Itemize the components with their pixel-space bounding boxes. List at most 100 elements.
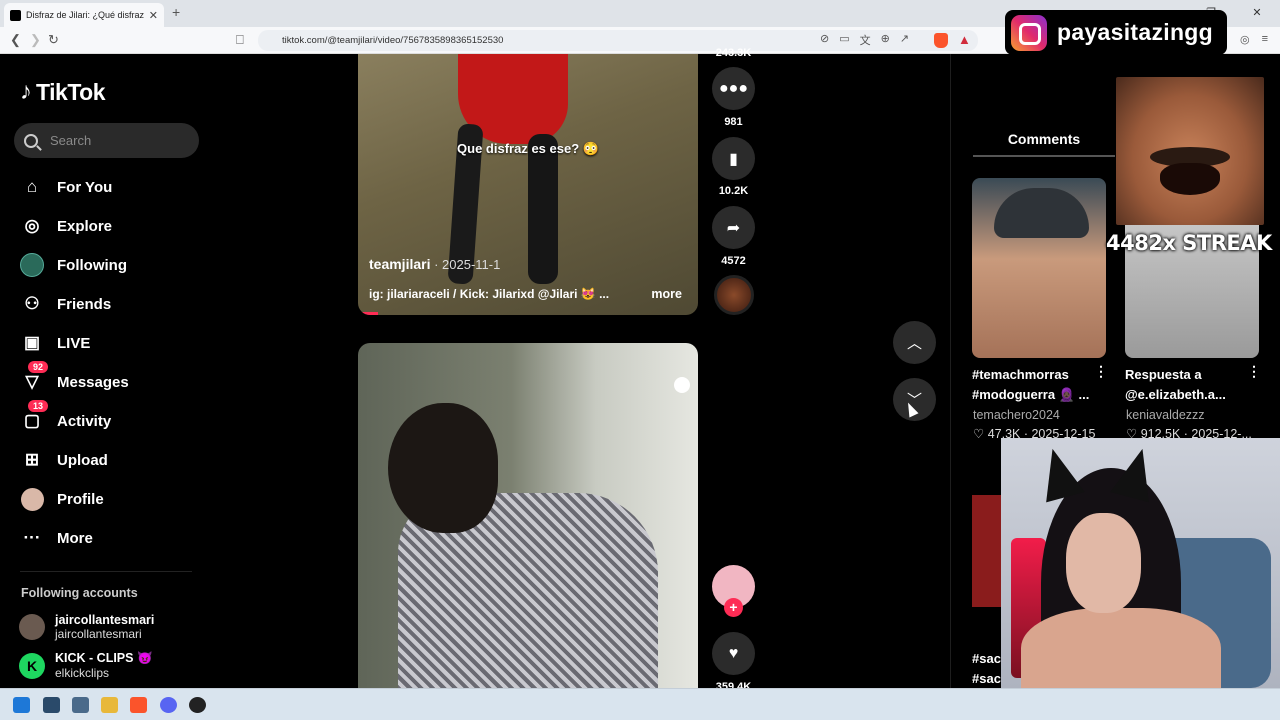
- search-box[interactable]: [14, 123, 199, 158]
- previous-video-button[interactable]: ︿: [893, 321, 936, 364]
- tab-comments[interactable]: Comments: [973, 125, 1115, 157]
- share-icon[interactable]: ↗: [900, 32, 909, 48]
- nav-upload[interactable]: ⊞ Upload: [20, 447, 108, 473]
- activity-icon: ▢ 13: [20, 400, 49, 433]
- shares-count: 4572: [721, 255, 746, 267]
- new-tab-button[interactable]: +: [172, 4, 180, 20]
- tab-close-icon[interactable]: ✕: [149, 9, 158, 22]
- nav-explore[interactable]: ◎ Explore: [20, 213, 112, 239]
- likes-count: 243.3K: [715, 47, 752, 59]
- music-disc-icon[interactable]: [714, 275, 754, 315]
- start-icon[interactable]: [13, 697, 30, 713]
- following-account[interactable]: K KICK - CLIPS 😈 elkickclips: [19, 651, 153, 680]
- nav-label: LIVE: [57, 334, 91, 352]
- logo-text: TikTok: [36, 78, 106, 105]
- translate-icon[interactable]: 文: [860, 32, 871, 48]
- more-options-icon[interactable]: ⋮: [1247, 363, 1261, 380]
- following-avatar-icon: [20, 253, 44, 277]
- account-name: jaircollantesmari: [55, 613, 155, 627]
- heart-outline-icon: ♡: [973, 427, 988, 441]
- nav-label: Upload: [57, 451, 108, 469]
- share-button[interactable]: ➦: [712, 206, 755, 249]
- comment-button[interactable]: ●●●: [712, 67, 755, 110]
- home-icon: ⌂: [26, 177, 38, 196]
- related-video-user[interactable]: keniavaldezzz: [1126, 408, 1205, 422]
- streak-overlay: 4482x STREAK: [1106, 231, 1272, 255]
- nav-more[interactable]: ··· More: [20, 525, 93, 551]
- upload-icon: ⊞: [24, 450, 40, 469]
- title-line: #modoguerra 🧕🏿 ...: [972, 387, 1090, 402]
- nav-label: For You: [57, 178, 113, 196]
- video-frame-detail: [674, 377, 690, 393]
- vpn-icon[interactable]: ◎: [1240, 33, 1250, 46]
- follow-plus-button[interactable]: +: [724, 598, 743, 617]
- save-button[interactable]: ▮: [712, 137, 755, 180]
- related-video-thumbnail[interactable]: [972, 178, 1106, 358]
- chevron-up-icon: ︿: [906, 335, 922, 352]
- related-video-thumbnail[interactable]: [972, 495, 1002, 607]
- video-player[interactable]: [358, 343, 698, 688]
- task-view-icon[interactable]: [43, 697, 60, 713]
- like-button[interactable]: ♥: [712, 632, 755, 675]
- file-explorer-icon[interactable]: [101, 697, 118, 713]
- menu-icon[interactable]: ≡: [1262, 33, 1268, 46]
- zoom-icon[interactable]: ⊕: [881, 32, 890, 48]
- widgets-icon[interactable]: [72, 697, 89, 713]
- related-video-user[interactable]: temachero2024: [973, 408, 1060, 422]
- url-actions: ⊘ ▭ 文 ⊕ ↗: [820, 32, 909, 48]
- nav-for-you[interactable]: ⌂ For You: [20, 174, 112, 200]
- related-video-title[interactable]: #sac: [972, 671, 1001, 686]
- obs-icon[interactable]: [189, 697, 206, 713]
- discord-icon[interactable]: [160, 697, 177, 713]
- more-button[interactable]: more: [651, 287, 682, 301]
- following-accounts-title: Following accounts: [21, 586, 138, 600]
- nav-friends[interactable]: ⚇ Friends: [20, 291, 111, 317]
- windows-taskbar: [0, 688, 1280, 720]
- related-video-title[interactable]: Respuesta a @e.elizabeth.a...: [1125, 365, 1226, 405]
- share-arrow-icon: ➦: [726, 219, 741, 237]
- forward-icon[interactable]: ❯: [30, 32, 41, 48]
- nav-messages[interactable]: ▽ 92 Messages: [20, 361, 129, 395]
- video-date: · 2025-11-1: [430, 257, 501, 272]
- more-options-icon[interactable]: ⋮: [1094, 363, 1108, 380]
- video-author[interactable]: teamjilari · 2025-11-1: [369, 256, 500, 272]
- search-input[interactable]: [50, 133, 180, 148]
- mute-icon[interactable]: ⊘: [820, 32, 829, 48]
- messages-icon: ▽ 92: [20, 361, 49, 394]
- brave-browser-icon[interactable]: [130, 697, 147, 713]
- nav-activity[interactable]: ▢ 13 Activity: [20, 400, 111, 434]
- nav-following[interactable]: Following: [20, 252, 127, 278]
- brave-shield-icon[interactable]: [934, 33, 948, 48]
- reload-icon[interactable]: ↻: [48, 32, 59, 48]
- nav-profile[interactable]: Profile: [20, 486, 104, 512]
- video-frame-detail: [388, 403, 498, 533]
- heart-icon: ♥: [728, 644, 739, 662]
- bookmark-icon[interactable]: ⎕: [236, 32, 244, 48]
- related-video-title[interactable]: #sac: [972, 651, 1001, 666]
- messages-badge: 92: [28, 361, 49, 373]
- cast-icon[interactable]: ▭: [839, 32, 849, 48]
- nav-live[interactable]: ▣ LIVE: [20, 330, 90, 356]
- title-line: @e.elizabeth.a...: [1125, 387, 1226, 402]
- webcam-overlay: [1001, 438, 1280, 688]
- tiktok-favicon-icon: [10, 9, 21, 21]
- browser-tab[interactable]: Disfraz de Jilari: ¿Qué disfraz ✕: [4, 3, 164, 27]
- close-window-button[interactable]: ✕: [1234, 0, 1280, 27]
- video-frame-detail: [1033, 443, 1085, 503]
- sidebar-divider: [20, 571, 192, 572]
- video-progress-bar[interactable]: [358, 312, 378, 315]
- friends-icon: ⚇: [24, 294, 40, 313]
- related-video-title[interactable]: #temachmorras #modoguerra 🧕🏿 ...: [972, 365, 1089, 405]
- video-player[interactable]: Que disfraz es ese? 😳 teamjilari · 2025-…: [358, 54, 698, 315]
- account-handle: elkickclips: [55, 666, 110, 680]
- tiktok-logo[interactable]: ♪ TikTok: [20, 78, 106, 106]
- comment-icon: ●●●: [719, 79, 748, 97]
- back-icon[interactable]: ❮: [10, 32, 21, 48]
- author-name[interactable]: teamjilari: [369, 256, 430, 272]
- tiktok-note-icon: ♪: [20, 78, 32, 105]
- meme-overlay: [1116, 77, 1264, 225]
- avatar: [19, 614, 45, 640]
- rewards-icon[interactable]: ▲: [958, 32, 971, 47]
- following-account[interactable]: jaircollantesmari jaircollantesmari: [19, 613, 154, 641]
- nav-label: Profile: [57, 490, 104, 508]
